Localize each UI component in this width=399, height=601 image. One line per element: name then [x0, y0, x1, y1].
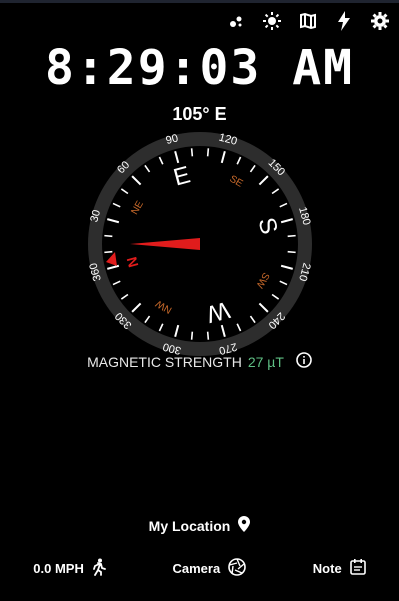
my-location-label: My Location	[148, 517, 231, 534]
brightness-icon[interactable]	[261, 10, 283, 32]
my-location-button[interactable]: My Location	[0, 516, 399, 535]
note-button[interactable]: Note	[313, 559, 366, 578]
info-icon[interactable]	[296, 352, 312, 371]
tick-mark	[206, 148, 210, 157]
location-pin-icon	[238, 516, 251, 535]
tick-mark	[190, 148, 194, 157]
tick-mark	[104, 234, 113, 238]
aperture-icon	[228, 558, 246, 579]
status-bar-line	[0, 0, 399, 3]
tick-mark	[287, 234, 296, 238]
compass-dial[interactable]: 90 1201501802102402703003303603060 ESWNSES…	[86, 130, 314, 358]
bottom-bar: 0.0 MPH Camera Note	[0, 558, 399, 579]
heading-readout: 105° E	[172, 104, 227, 124]
settings-icon[interactable]	[369, 10, 391, 32]
speed-indicator[interactable]: 0.0 MPH	[33, 558, 106, 579]
camera-button[interactable]: Camera	[172, 558, 246, 579]
tick-mark	[104, 250, 113, 254]
tick-mark	[287, 250, 296, 254]
flash-icon[interactable]	[333, 10, 355, 32]
walking-icon	[92, 558, 106, 579]
note-label: Note	[312, 561, 342, 576]
speed-value: 0.0 MPH	[33, 561, 84, 576]
calendar-note-icon	[349, 559, 366, 578]
map-icon[interactable]	[297, 10, 319, 32]
toolbar	[225, 10, 391, 32]
tick-mark	[190, 331, 194, 340]
layers-icon[interactable]	[225, 10, 247, 32]
magnetic-strength: MAGNETIC STRENGTH 27 µT	[0, 352, 399, 371]
clock-display: 8:29:03 AM	[45, 40, 354, 96]
magnetic-strength-label: MAGNETIC STRENGTH	[87, 353, 242, 370]
tick-mark	[206, 331, 210, 340]
camera-label: Camera	[172, 561, 221, 576]
magnetic-strength-value: 27 µT	[247, 353, 284, 370]
